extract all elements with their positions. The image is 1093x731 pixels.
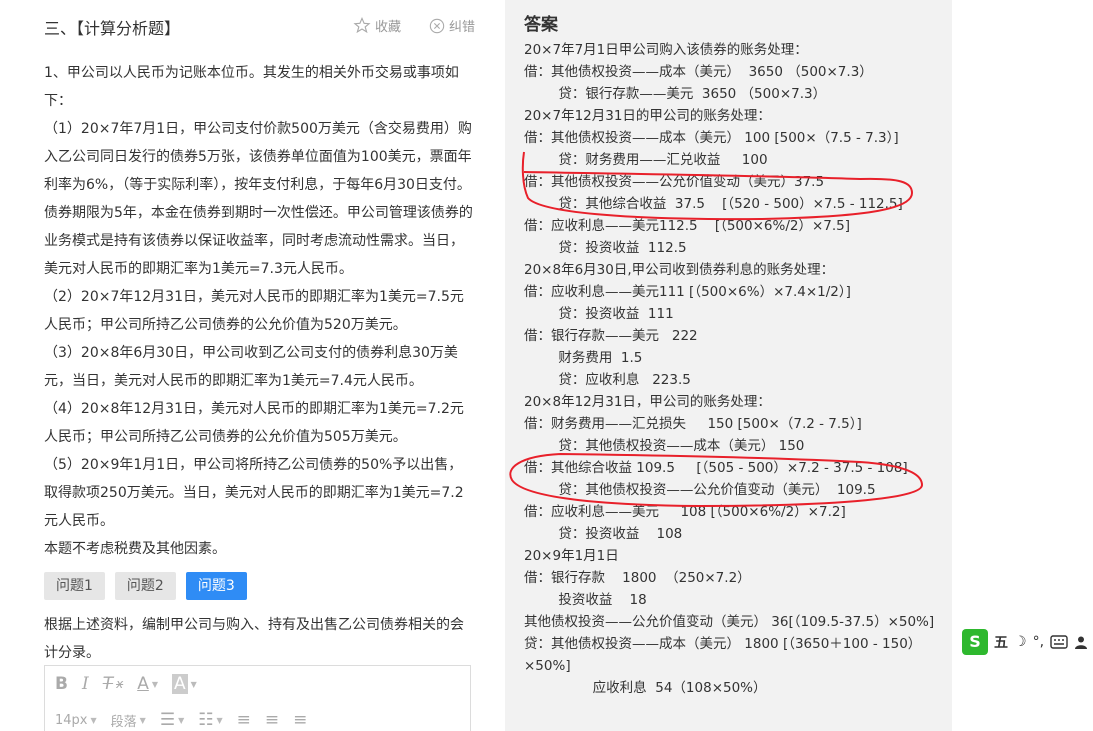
answer-text: 20×7年7月1日甲公司购入该债券的账务处理： 借：其他债权投资——成本（美元）… <box>524 39 944 699</box>
editor-toolbar-row-2: 14px ▼ 段落 ▼ ☰ ▼ ☷ ▼ ≡ ≡ ≡ <box>55 710 307 730</box>
question-paragraph: 1、甲公司以人民币为记账本位币。其发生的相关外币交易或事项如下： <box>44 65 459 109</box>
editor-toolbar-row-1: B I Tx A ▼ A ▼ <box>55 674 197 694</box>
close-circle-icon <box>429 18 445 33</box>
answer-line: 20×7年12月31日的甲公司的账务处理： <box>524 108 771 124</box>
answer-line: 贷：银行存款——美元 3650 （500×7.3） <box>524 86 827 102</box>
moon-icon[interactable]: ☽ <box>1014 634 1027 650</box>
answer-line: 贷：其他债权投资——成本（美元） 150 <box>524 438 805 454</box>
answer-line: 其他债权投资——公允价值变动（美元） 36[（109.5-37.5）×50%] <box>524 614 935 630</box>
answer-line: 借：银行存款 1800 （250×7.2） <box>524 570 751 586</box>
question-paragraph: （1）20×7年7月1日，甲公司支付价款500万美元（含交易费用）购入乙公司同日… <box>44 121 473 277</box>
paragraph-value: 段落 <box>110 714 137 730</box>
keyboard-icon[interactable] <box>1050 635 1068 649</box>
favorite-button[interactable]: 收藏 <box>353 16 401 35</box>
align-right-icon[interactable]: ≡ <box>293 710 307 730</box>
answer-line: 借：银行存款——美元 222 <box>524 328 698 344</box>
numbered-list-icon[interactable]: ☷ ▼ <box>198 710 222 730</box>
answer-line: 20×7年7月1日甲公司购入该债券的账务处理： <box>524 42 808 58</box>
answer-line: 贷：其他综合收益 37.5 [（520 - 500）×7.5 - 112.5] <box>524 196 903 212</box>
answer-line: 贷：投资收益 108 <box>524 526 683 542</box>
answer-line: 借：应收利息——美元 108 [（500×6%/2）×7.2] <box>524 504 846 520</box>
question-paragraph: （3）20×8年6月30日，甲公司收到乙公司支付的债券利息30万美元，当日，美元… <box>44 345 458 389</box>
answer-line: 借：其他债权投资——成本（美元） 100 [500×（7.5 - 7.3）] <box>524 130 899 146</box>
answer-line: 借：其他债权投资——成本（美元） 3650 （500×7.3） <box>524 64 873 80</box>
answer-editor[interactable]: B I Tx A ▼ A ▼ 14px ▼ 段落 ▼ ☰ ▼ ☷ ▼ ≡ ≡ ≡ <box>44 665 471 731</box>
bullet-list-icon[interactable]: ☰ ▼ <box>160 710 184 730</box>
report-label: 纠错 <box>449 20 476 35</box>
answer-line: 20×9年1月1日 <box>524 548 619 564</box>
answer-line: 借：其他债权投资——公允价值变动（美元）37.5 <box>524 174 825 190</box>
answer-line: 借：其他综合收益 109.5 [（505 - 500）×7.2 - 37.5 -… <box>524 460 908 476</box>
tab-question-1[interactable]: 问题1 <box>44 572 105 600</box>
bold-icon[interactable]: B <box>55 674 68 694</box>
ime-mode[interactable]: 五 <box>994 632 1008 652</box>
answer-line: 投资收益 18 <box>524 592 647 608</box>
question-paragraph: （4）20×8年12月31日，美元对人民币的即期汇率为1美元=7.2元人民币；甲… <box>44 401 464 445</box>
answer-line: 20×8年12月31日，甲公司的账务处理： <box>524 394 771 410</box>
answer-line: 贷：投资收益 112.5 <box>524 240 687 256</box>
star-icon <box>353 17 371 34</box>
answer-line: 借：应收利息——美元111 [（500×6%）×7.4×1/2）] <box>524 284 851 300</box>
question-paragraph: 本题不考虑税费及其他因素。 <box>44 541 226 557</box>
answer-line: 贷：其他债权投资——成本（美元） 1800 [（3650＋100 - 150）×… <box>524 636 922 674</box>
font-size-select[interactable]: 14px ▼ <box>55 713 97 728</box>
report-error-button[interactable]: 纠错 <box>429 16 475 35</box>
align-left-icon[interactable]: ≡ <box>237 710 251 730</box>
align-center-icon[interactable]: ≡ <box>265 710 279 730</box>
tab-question-3[interactable]: 问题3 <box>185 572 247 600</box>
answer-line: 贷：投资收益 111 <box>524 306 674 322</box>
question-paragraph: （2）20×7年12月31日，美元对人民币的即期汇率为1美元=7.5元人民币；甲… <box>44 289 464 333</box>
answer-line: 财务费用 1.5 <box>524 350 643 366</box>
italic-icon[interactable]: I <box>82 674 89 694</box>
answer-line: 20×8年6月30日,甲公司收到债券利息的账务处理： <box>524 262 835 278</box>
blank-area <box>952 0 1093 731</box>
font-size-value: 14px <box>55 712 88 728</box>
answer-line: 借：应收利息——美元112.5 [（500×6%/2）×7.5] <box>524 218 851 234</box>
punctuation-icon[interactable]: °, <box>1033 634 1044 650</box>
tab-question-2[interactable]: 问题2 <box>114 572 176 600</box>
ime-toolbar[interactable]: S 五 ☽ °, <box>962 629 1088 655</box>
background-color-icon[interactable]: A ▼ <box>171 674 197 694</box>
answer-line: 贷：其他债权投资——公允价值变动（美元） 109.5 <box>524 482 876 498</box>
question-panel: 三、【计算分析题】 收藏 纠错 1、甲公司以人民币为记账本位币。其发生的相关外币… <box>0 0 505 731</box>
font-color-icon[interactable]: A ▼ <box>137 674 158 694</box>
user-icon[interactable] <box>1074 635 1088 649</box>
clear-format-icon[interactable]: Tx <box>103 674 124 694</box>
ime-logo[interactable]: S <box>962 629 988 655</box>
section-title: 三、【计算分析题】 <box>44 19 181 38</box>
answer-line: 应收利息 54（108×50%） <box>524 680 767 696</box>
answer-line: 贷：财务费用——汇兑收益 100 <box>524 152 768 168</box>
question-text: 1、甲公司以人民币为记账本位币。其发生的相关外币交易或事项如下： （1）20×7… <box>44 59 476 563</box>
question-paragraph: （5）20×9年1月1日，甲公司将所持乙公司债券的50%予以出售，取得款项250… <box>44 457 464 529</box>
instruction-text: 根据上述资料，编制甲公司与购入、持有及出售乙公司债券相关的会计分录。 <box>44 617 464 661</box>
answer-heading: 答案 <box>524 15 558 35</box>
favorite-label: 收藏 <box>375 20 402 35</box>
question-tabs: 问题1 问题2 问题3 <box>44 572 247 600</box>
answer-line: 借：财务费用——汇兑损失 150 [500×（7.2 - 7.5）] <box>524 416 862 432</box>
paragraph-select[interactable]: 段落 ▼ <box>111 711 146 730</box>
answer-line: 贷：应收利息 223.5 <box>524 372 691 388</box>
